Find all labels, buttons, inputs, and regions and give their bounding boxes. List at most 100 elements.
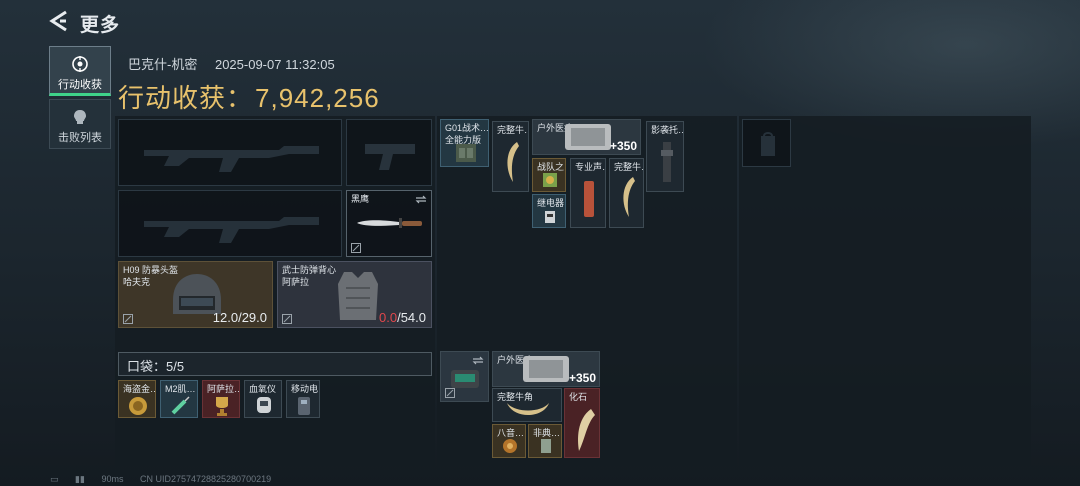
armor-name: 武士防弹背心: [282, 265, 337, 275]
safe-box-slot[interactable]: [742, 119, 791, 167]
primary-weapon-slot-2[interactable]: [118, 190, 342, 257]
item-label: 影袭托…: [651, 125, 684, 135]
syringe-image: [171, 396, 190, 415]
item-label: 移动电…: [291, 384, 319, 394]
tactical-rig-image: [456, 144, 476, 162]
inspect-icon: [445, 388, 455, 398]
relic-image: [541, 439, 551, 453]
battery-icon: ▭: [50, 474, 59, 484]
melee-name: 黑鹰: [351, 194, 370, 204]
inspect-icon: [123, 314, 133, 324]
knife-image: [357, 218, 422, 228]
item-label: M2肌…: [165, 384, 196, 394]
inspect-icon: [282, 314, 292, 324]
swap-icon: [415, 195, 427, 204]
chest-rig-item[interactable]: 战队之…: [532, 158, 566, 192]
melee-slot[interactable]: 黑鹰: [346, 190, 432, 257]
horn-image: [507, 142, 519, 182]
pockets-header: 口袋：5/5: [118, 352, 432, 376]
pocket-item-4[interactable]: 血氧仪: [244, 380, 282, 418]
backpack-item[interactable]: 非典…: [528, 424, 562, 458]
rifle-silhouette-icon: [144, 217, 319, 243]
match-meta: 巴克什-机密 2025-09-07 11:32:05: [128, 54, 335, 73]
back-arrow-icon[interactable]: [48, 10, 68, 32]
tab-defeat-list[interactable]: 击败列表: [49, 99, 111, 149]
chest-rig-item[interactable]: 完整牛…: [609, 158, 644, 228]
pistol-silhouette-icon: [365, 144, 415, 170]
item-label: 海盗金…: [123, 384, 156, 394]
chest-rig-item[interactable]: G01战术… 全能力版: [440, 119, 489, 167]
medkit-image: [523, 356, 569, 382]
pocket-item-2[interactable]: M2肌…: [160, 380, 198, 418]
backpack-item[interactable]: 户外医疗… +350: [492, 351, 600, 387]
chest-rig-item[interactable]: 户外医疗… +350: [532, 119, 641, 155]
swap-icon: [472, 356, 484, 365]
relay-image: [545, 211, 555, 223]
helmet-durability: 12.0/29.0: [212, 310, 267, 325]
music-box-image: [503, 439, 517, 453]
item-label: 化石: [569, 392, 588, 402]
pocket-item-5[interactable]: 移动电…: [286, 380, 320, 418]
weapon-stock-image: [661, 142, 673, 182]
match-datetime: 2025-09-07 11:32:05: [214, 57, 335, 72]
backpack-slot[interactable]: [440, 351, 489, 402]
backpack-item[interactable]: 八音…: [492, 424, 526, 458]
pocket-item-3[interactable]: 阿萨拉…: [202, 380, 240, 418]
inspect-icon: [351, 243, 361, 253]
item-label: G01战术…: [445, 123, 489, 133]
armor-durability-current: 0.0: [379, 310, 398, 325]
item-label: 继电器: [537, 198, 565, 208]
helmet-faction: 哈夫克: [123, 277, 151, 287]
horn-image: [623, 177, 635, 217]
medal-image: [543, 173, 557, 187]
armor-durability: 0.0/54.0: [379, 310, 426, 325]
pistol-slot[interactable]: [346, 119, 432, 186]
armor-vest-image: [338, 272, 378, 320]
device-image: [584, 181, 594, 217]
armor-slot[interactable]: 武士防弹背心 阿萨拉 0.0/54.0: [277, 261, 432, 328]
armor-faction: 阿萨拉: [282, 277, 310, 287]
tab-label: 击败列表: [58, 132, 102, 144]
item-label: 血氧仪: [249, 384, 277, 394]
status-footer: ▭ ▮▮ 90ms CN UID2757472882528070021​9: [50, 474, 285, 485]
backpack-silhouette-icon: [761, 132, 775, 156]
skull-icon: [74, 110, 86, 124]
ping-value: 90ms: [101, 474, 124, 484]
pockets-count: 5/5: [166, 359, 185, 374]
item-label: 完整牛…: [497, 125, 528, 135]
item-quantity: +350: [568, 371, 596, 385]
safe-box-panel: [739, 116, 1031, 466]
armor-durability-max: /54.0: [397, 310, 426, 325]
fossil-image: [578, 409, 595, 451]
backpack-item[interactable]: 化石: [564, 388, 600, 458]
horns-image: [507, 403, 549, 415]
pocket-item-1[interactable]: 海盗金…: [118, 380, 156, 418]
powerbank-image: [298, 397, 310, 415]
rifle-silhouette-icon: [144, 146, 319, 172]
pockets-label: 口袋：: [127, 359, 167, 374]
primary-weapon-slot[interactable]: [118, 119, 342, 186]
item-quantity: +350: [609, 139, 637, 153]
medkit-image: [565, 124, 611, 150]
helmet-slot[interactable]: H09 防暴头盔 哈夫克 12.0/29.0: [118, 261, 273, 328]
earnings-value: 7,942,256: [255, 83, 380, 113]
target-icon: [72, 56, 88, 72]
tab-label: 行动收获: [58, 79, 102, 91]
map-name: 巴克什-机密: [128, 57, 198, 72]
oximeter-image: [257, 397, 271, 413]
item-label: 完整牛…: [614, 162, 643, 172]
signal-icon: ▮▮: [75, 474, 85, 484]
item-label: 专业声…: [575, 162, 605, 172]
chest-rig-item[interactable]: 完整牛…: [492, 121, 529, 192]
gold-coin-image: [129, 397, 147, 415]
item-label: 阿萨拉…: [207, 384, 240, 394]
tab-action-earnings[interactable]: 行动收获: [49, 46, 111, 96]
chest-rig-item[interactable]: 继电器: [532, 194, 566, 228]
trophy-image: [216, 397, 228, 416]
backpack-item[interactable]: 完整牛角: [492, 388, 562, 422]
page-title: 更多: [80, 15, 121, 36]
earnings-label: 行动收获：: [118, 83, 254, 113]
earnings-total: 行动收获：7,942,256: [118, 78, 380, 115]
chest-rig-item[interactable]: 专业声…: [570, 158, 606, 228]
chest-rig-item[interactable]: 影袭托…: [646, 121, 684, 192]
